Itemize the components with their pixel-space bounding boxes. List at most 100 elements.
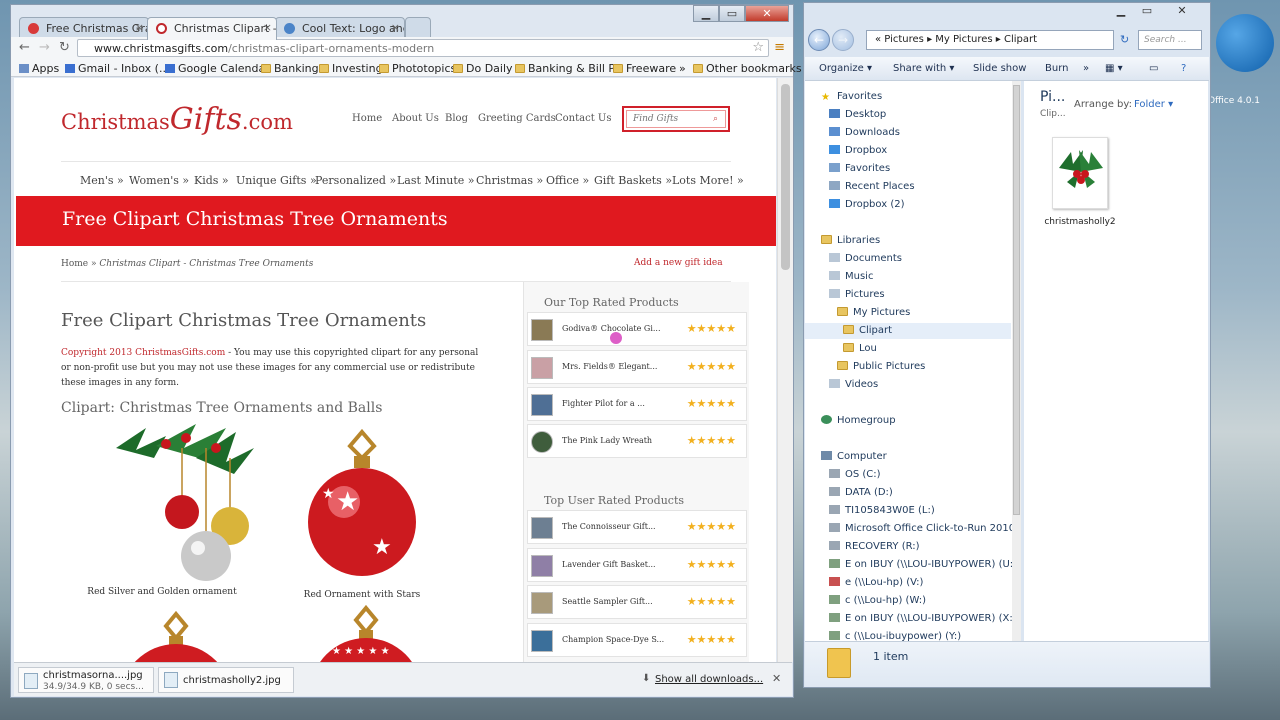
- category-office[interactable]: Office »: [546, 174, 589, 187]
- show-all-downloads-link[interactable]: Show all downloads...: [655, 674, 763, 685]
- ornament-image-4[interactable]: ★ ★ ★ ★ ★: [312, 604, 422, 662]
- category-kids[interactable]: Kids »: [194, 174, 229, 187]
- nav-network-drive[interactable]: c (\\Lou-hp) (W:): [829, 595, 926, 606]
- category-gift-baskets[interactable]: Gift Baskets »: [594, 174, 672, 187]
- ornament-image-2[interactable]: ★ ★ ★: [302, 428, 422, 578]
- nav-drive[interactable]: TI105843W0E (L:): [829, 505, 935, 516]
- tab-close-icon[interactable]: ×: [391, 21, 400, 34]
- bookmark-gmail[interactable]: Gmail - Inbox (...: [65, 62, 169, 75]
- explorer-search-input[interactable]: Search ...: [1138, 30, 1202, 50]
- organize-button[interactable]: Organize ▾: [819, 63, 872, 74]
- bookmark-apps[interactable]: Apps: [19, 62, 59, 75]
- tab-close-icon[interactable]: ×: [263, 21, 272, 34]
- product-card[interactable]: Champion Space-Dye S... ★★★★★: [527, 623, 747, 657]
- category-personalized[interactable]: Personalized »: [315, 174, 396, 187]
- nav-desktop[interactable]: Desktop: [829, 109, 886, 120]
- forward-icon[interactable]: →: [39, 40, 50, 55]
- nav-network-drive[interactable]: E on IBUY (\\LOU-IBUYPOWER) (U:): [829, 559, 1017, 570]
- minimize-icon[interactable]: ▁: [1108, 3, 1134, 20]
- ornament-image-1[interactable]: [106, 418, 256, 588]
- nav-favorites[interactable]: ★ Favorites: [821, 91, 882, 103]
- nav-dropbox-2[interactable]: Dropbox (2): [829, 199, 904, 210]
- burn-button[interactable]: Burn: [1045, 63, 1068, 74]
- copyright-link[interactable]: Copyright 2013 ChristmasGifts.com: [61, 348, 225, 358]
- nav-pane-scrollbar[interactable]: [1012, 81, 1021, 641]
- nav-network-drive[interactable]: c (\\Lou-ibuypower) (Y:): [829, 631, 961, 641]
- bookmark-phototopics[interactable]: Phototopics: [379, 62, 456, 75]
- nav-greeting-cards[interactable]: Greeting Cards: [478, 113, 556, 124]
- category-womens[interactable]: Women's »: [129, 174, 189, 187]
- tab-cool-text[interactable]: Cool Text: Logo and ×: [275, 17, 405, 39]
- nav-recent-places[interactable]: Recent Places: [829, 181, 915, 192]
- view-options-icon[interactable]: ▦ ▾: [1105, 63, 1123, 74]
- product-card[interactable]: The Pink Lady Wreath ★★★★★: [527, 424, 747, 458]
- nav-libraries[interactable]: Libraries: [821, 235, 880, 246]
- bookmark-star-icon[interactable]: ☆: [752, 40, 764, 55]
- file-name[interactable]: christmasholly2: [1030, 217, 1130, 227]
- close-icon[interactable]: ✕: [1160, 3, 1204, 20]
- bookmark-other[interactable]: Other bookmarks: [693, 62, 802, 75]
- nav-homegroup[interactable]: Homegroup: [821, 415, 896, 426]
- arrange-by-dropdown[interactable]: Folder ▾: [1134, 99, 1173, 110]
- tab-free-christmas-graphics[interactable]: Free Christmas Grap ×: [19, 17, 149, 39]
- bookmark-banking-bill[interactable]: Banking & Bill P...: [515, 62, 624, 75]
- reload-icon[interactable]: ↻: [59, 40, 70, 55]
- close-download-bar-icon[interactable]: ✕: [772, 672, 781, 685]
- nav-home[interactable]: Home: [352, 113, 382, 124]
- preview-pane-icon[interactable]: ▭: [1149, 63, 1158, 74]
- nav-drive[interactable]: RECOVERY (R:): [829, 541, 920, 552]
- product-card[interactable]: Mrs. Fields® Elegant... ★★★★★: [527, 350, 747, 384]
- share-with-button[interactable]: Share with ▾: [893, 63, 954, 74]
- bookmark-google-calendar[interactable]: Google Calendar: [165, 62, 270, 75]
- category-christmas[interactable]: Christmas »: [476, 174, 543, 187]
- breadcrumb-home[interactable]: Home: [61, 259, 88, 269]
- nav-public-pictures[interactable]: Public Pictures: [837, 361, 925, 372]
- back-icon[interactable]: ←: [19, 40, 30, 55]
- help-icon[interactable]: ?: [1181, 63, 1186, 74]
- address-bar[interactable]: www.christmasgifts.com/christmas-clipart…: [77, 39, 769, 57]
- nav-downloads[interactable]: Downloads: [829, 127, 900, 138]
- minimize-icon[interactable]: ▁: [693, 5, 719, 22]
- nav-computer[interactable]: Computer: [821, 451, 887, 462]
- add-gift-link[interactable]: Add a new gift idea: [634, 258, 723, 268]
- bookmark-do-daily[interactable]: Do Daily: [453, 62, 513, 75]
- product-card[interactable]: Lavender Gift Basket... ★★★★★: [527, 548, 747, 582]
- maximize-icon[interactable]: ▭: [1134, 3, 1160, 20]
- nav-my-pictures[interactable]: My Pictures: [837, 307, 910, 318]
- nav-videos[interactable]: Videos: [829, 379, 878, 390]
- nav-about-us[interactable]: About Us: [392, 113, 439, 124]
- desktop-office-icon[interactable]: [1210, 10, 1280, 90]
- category-unique-gifts[interactable]: Unique Gifts »: [236, 174, 317, 187]
- menu-icon[interactable]: ≡: [774, 40, 785, 55]
- nav-favorites-folder[interactable]: Favorites: [829, 163, 890, 174]
- maximize-icon[interactable]: ▭: [719, 5, 745, 22]
- nav-blog[interactable]: Blog: [445, 113, 468, 124]
- new-tab-button[interactable]: [405, 17, 431, 39]
- nav-pictures[interactable]: Pictures: [829, 289, 885, 300]
- category-mens[interactable]: Men's »: [80, 174, 124, 187]
- tab-close-icon[interactable]: ×: [135, 21, 144, 34]
- category-lots-more[interactable]: Lots More! »: [672, 174, 744, 187]
- scrollbar-thumb[interactable]: [1013, 85, 1020, 515]
- product-card[interactable]: Godiva® Chocolate Gi... ★★★★★: [527, 312, 747, 346]
- nav-drive[interactable]: OS (C:): [829, 469, 881, 480]
- refresh-icon[interactable]: ↻: [1120, 33, 1129, 46]
- back-icon[interactable]: ←: [808, 29, 830, 51]
- tab-christmas-clipart[interactable]: Christmas Clipart - C ×: [147, 17, 277, 40]
- nav-contact-us[interactable]: Contact Us: [555, 113, 611, 124]
- nav-drive[interactable]: DATA (D:): [829, 487, 893, 498]
- nav-music[interactable]: Music: [829, 271, 873, 282]
- forward-icon[interactable]: →: [832, 29, 854, 51]
- category-last-minute[interactable]: Last Minute »: [397, 174, 475, 187]
- download-item-1[interactable]: christmasorna....jpg 34.9/34.9 KB, 0 sec…: [18, 667, 154, 693]
- nav-network-drive[interactable]: e (\\Lou-hp) (V:): [829, 577, 923, 588]
- scrollbar-thumb[interactable]: [781, 84, 790, 270]
- download-item-2[interactable]: christmasholly2.jpg: [158, 667, 294, 693]
- nav-lou[interactable]: Lou: [843, 343, 877, 354]
- ornament-image-3[interactable]: [122, 610, 232, 662]
- more-commands-button[interactable]: »: [1083, 63, 1089, 74]
- find-gifts-input[interactable]: [626, 110, 726, 128]
- product-card[interactable]: Seattle Sampler Gift... ★★★★★: [527, 585, 747, 619]
- product-card[interactable]: Fighter Pilot for a ... ★★★★★: [527, 387, 747, 421]
- nav-dropbox[interactable]: Dropbox: [829, 145, 887, 156]
